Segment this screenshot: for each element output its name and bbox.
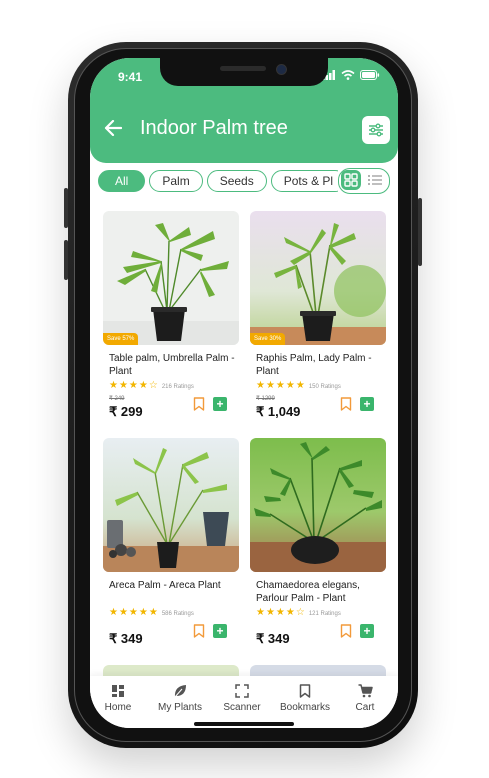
category-chips: All Palm Seeds Pots & Pl [98,170,338,194]
page-title: Indoor Palm tree [140,117,288,139]
chip-pots-planters[interactable]: Pots & Pl [270,170,338,192]
bookmark-icon[interactable] [193,624,205,643]
front-camera [276,64,287,75]
wifi-icon [341,70,355,80]
product-card[interactable]: Save 57% Table palm, Umbrella Palm - Pla… [103,211,239,423]
product-price: ₹ 299 [109,404,143,419]
nav-label: Bookmarks [279,702,330,713]
product-name: Areca Palm - Areca Plant [109,580,221,591]
product-price: ₹ 1,049 [256,404,301,419]
ratings-count: 586 Ratings [161,611,194,617]
ratings-count: 216 Ratings [161,384,194,390]
home-indicator [194,722,294,726]
nav-home[interactable]: Home [90,684,149,713]
original-price: ₹ 249 [109,396,125,402]
nav-my-plants[interactable]: My Plants [149,684,211,713]
product-name: Chamaedorea elegans, Parlour Palm - Plan… [256,580,360,604]
bookmark-icon [274,684,336,700]
status-icons [322,70,380,80]
nav-cart[interactable]: Cart [334,684,396,713]
product-image [103,438,239,572]
bookmark-icon[interactable] [340,624,352,643]
filter-button[interactable] [362,116,390,144]
nav-bookmarks[interactable]: Bookmarks [274,684,336,713]
save-badge: Save 57% [103,333,139,345]
product-image [250,438,386,572]
view-toggle [338,168,390,194]
grid-view-icon[interactable] [341,170,361,190]
phone-notch [160,58,328,86]
add-to-cart-button[interactable]: + [360,624,374,638]
volume-down-button [64,240,68,280]
sliders-icon [369,123,383,137]
product-price: ₹ 349 [256,631,290,646]
chip-seeds[interactable]: Seeds [206,170,267,192]
rating-stars: ★★★★★ 150 Ratings [256,380,341,391]
bottom-navigation: Home My Plants Scanner Bookmarks Cart [90,676,398,728]
nav-label: Cart [355,702,375,713]
nav-label: Scanner [223,702,261,713]
battery-icon [360,70,380,80]
volume-up-button [64,188,68,228]
power-button [418,198,422,266]
add-to-cart-button[interactable]: + [213,397,227,411]
cart-icon [334,684,396,700]
app-screen: 9:41 Indoor Palm tree All Palm Seeds Pots &… [90,58,398,728]
scanner-icon [211,684,273,700]
chip-palm[interactable]: Palm [149,170,203,192]
chip-all[interactable]: All [98,170,146,192]
nav-scanner[interactable]: Scanner [211,684,273,713]
add-to-cart-button[interactable]: + [360,397,374,411]
product-price: ₹ 349 [109,631,143,646]
status-time: 9:41 [118,70,143,84]
product-name: Raphis Palm, Lady Palm - Plant [256,353,372,377]
product-image: Save 57% [103,211,239,345]
bookmark-icon[interactable] [193,397,205,416]
speaker-grille [220,66,266,71]
save-badge: Save 30% [250,333,286,345]
original-price: ₹ 1299 [256,396,275,402]
rating-stars: ★★★★★ 586 Ratings [109,607,194,618]
leaf-icon [149,684,211,700]
ratings-count: 121 Ratings [308,611,341,617]
nav-label: My Plants [158,702,202,713]
bookmark-icon[interactable] [340,397,352,416]
nav-label: Home [104,702,132,713]
rating-stars: ★★★★☆ 216 Ratings [109,380,194,391]
list-view-icon[interactable] [367,173,383,192]
rating-stars: ★★★★☆ 121 Ratings [256,607,341,618]
product-name: Table palm, Umbrella Palm - Plant [109,353,235,377]
add-to-cart-button[interactable]: + [213,624,227,638]
home-icon [90,684,149,700]
product-card[interactable]: Save 30% Raphis Palm, Lady Palm - Plant … [250,211,386,423]
back-arrow-icon[interactable] [104,118,123,140]
product-card[interactable]: Chamaedorea elegans, Parlour Palm - Plan… [250,438,386,646]
ratings-count: 150 Ratings [308,384,341,390]
product-card[interactable]: Areca Palm - Areca Plant ★★★★★ 586 Rating… [103,438,239,646]
product-image: Save 30% [250,211,386,345]
